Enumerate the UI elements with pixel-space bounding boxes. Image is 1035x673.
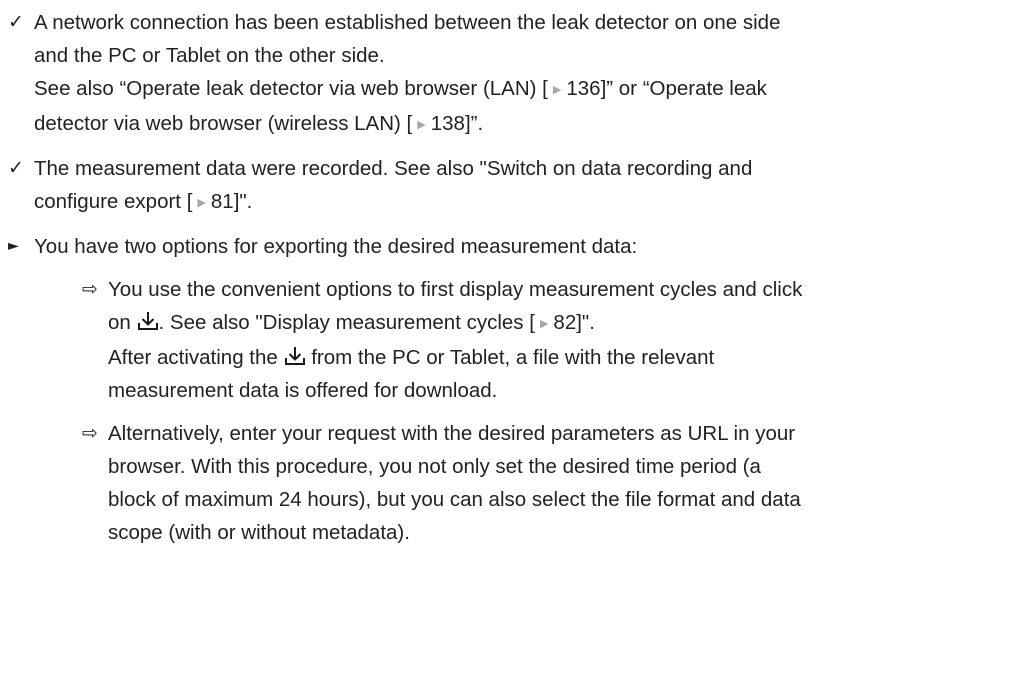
manual-page: ✓ A network connection has been establis… [0,0,1035,673]
text-segment: detector via web browser (wireless LAN) … [34,112,413,135]
prerequisite-network-connection: ✓ A network connection has been establis… [0,6,1035,142]
reference-arrow-icon: ▶ [552,84,562,96]
page-reference-link[interactable]: 81 [211,190,234,213]
triangle-right-icon: ► [8,238,19,254]
option-text: Alternatively, enter your request with t… [108,417,1035,549]
text-segment: ]". [576,311,595,334]
arrow-right-icon: ⇨ [82,278,98,300]
page-reference-link[interactable]: 136 [566,77,600,100]
text-segment: . See also "Display measurement cycles [ [158,311,535,334]
page-reference-link[interactable]: 82 [553,311,576,334]
prerequisite-data-recorded: ✓ The measurement data were recorded. Se… [0,152,1035,220]
text-line: detector via web browser (wireless LAN) … [34,107,1027,142]
text-line: The measurement data were recorded. See … [34,157,753,180]
reference-arrow-icon: ▶ [539,318,549,330]
page-reference-link[interactable]: 138 [431,112,465,135]
reference-arrow-icon: ▶ [197,197,206,209]
option-url-request: ⇨ Alternatively, enter your request with… [0,417,1035,549]
download-icon[interactable] [284,345,306,367]
text-line: measurement data is offered for download… [108,379,498,402]
prerequisite-text: The measurement data were recorded. See … [34,152,1035,220]
text-line: block of maximum 24 hours), but you can … [108,488,801,511]
text-segment: configure export [ [34,190,193,213]
text-line: You use the convenient options to first … [108,278,803,301]
option-display-cycles: ⇨ You use the convenient options to firs… [0,273,1035,407]
reference-arrow-icon: ▶ [417,119,426,131]
instruction-step: ► You have two options for exporting the… [0,230,1035,263]
text-line: A network connection has been establishe… [34,11,781,34]
text-segment: After activating the [108,346,278,369]
prerequisite-text: A network connection has been establishe… [34,6,1035,142]
text-segment: ]” or “Operate leak [600,77,767,100]
check-icon: ✓ [8,11,24,33]
text-segment: ]". [233,190,253,213]
text-segment: See also “Operate leak detector via web … [34,77,548,100]
option-text: You use the convenient options to first … [108,273,1035,407]
text-segment: on [108,311,131,334]
text-line: You have two options for exporting the d… [34,235,638,258]
check-icon: ✓ [8,157,24,179]
text-line: and the PC or Tablet on the other side. [34,44,385,67]
text-line: Alternatively, enter your request with t… [108,422,796,445]
text-segment: ]”. [464,112,484,135]
text-segment: from the PC or Tablet, a file with the r… [311,346,715,369]
download-icon[interactable] [137,310,159,332]
instruction-text: You have two options for exporting the d… [34,230,1035,263]
text-line: on . See also "Display measurement cycle… [108,306,1027,341]
text-line: browser. With this procedure, you not on… [108,455,761,478]
arrow-right-icon: ⇨ [82,422,98,444]
text-line: configure export [ ▶ 81]". [34,185,1027,220]
text-line: After activating the from the PC or Tabl… [108,341,1027,374]
text-line: See also “Operate leak detector via web … [34,72,1027,107]
text-line: scope (with or without metadata). [108,521,410,544]
